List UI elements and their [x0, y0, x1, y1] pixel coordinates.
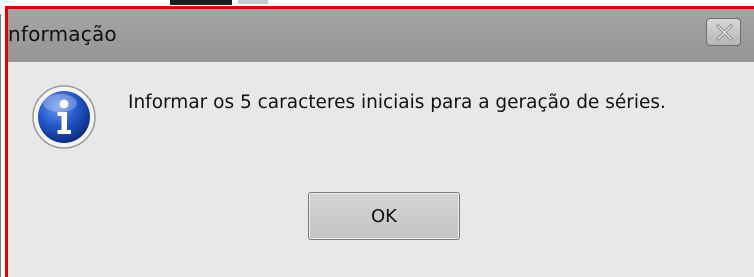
- dialog-message: Informar os 5 caracteres iniciais para a…: [128, 92, 666, 113]
- background-window-fragment: [170, 0, 232, 5]
- close-icon: [716, 24, 733, 41]
- dialog-titlebar[interactable]: nformação: [8, 9, 754, 62]
- ok-button-label: OK: [371, 205, 397, 227]
- ok-button[interactable]: OK: [308, 192, 460, 240]
- background-window-edge: [0, 14, 1, 277]
- close-button[interactable]: [706, 18, 741, 46]
- background-window-fragment: [238, 0, 268, 4]
- information-dialog: nformação Informar os 5 caracteres inici…: [8, 9, 754, 277]
- dialog-title: nformação: [8, 22, 117, 46]
- information-icon: [32, 85, 96, 149]
